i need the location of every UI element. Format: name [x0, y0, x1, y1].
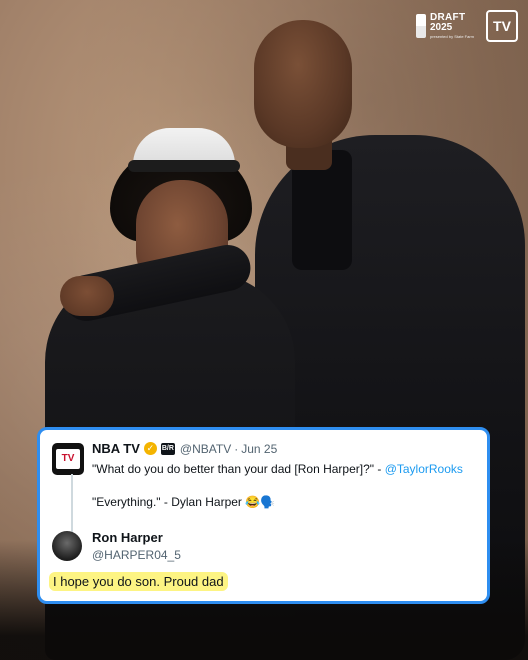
tweet-quote: "What do you do better than your dad [Ro…	[92, 462, 463, 476]
nba-tv-logo-icon: TV	[486, 10, 518, 42]
tweet-handle[interactable]: @NBATV	[180, 442, 231, 456]
tweet-header: TV NBA TV ✓ B/R @NBATV · Jun 25 "What do…	[52, 441, 463, 476]
tweet-answer: "Everything." - Dylan Harper 😂🗣️	[92, 495, 276, 509]
tweet-mention-link[interactable]: @TaylorRooks	[385, 462, 463, 476]
reply-account-name[interactable]: Ron Harper	[92, 530, 181, 545]
affiliate-badge: B/R	[160, 442, 175, 455]
reply-header: Ron Harper @HARPER04_5	[52, 530, 181, 562]
reply-handle[interactable]: @HARPER04_5	[92, 548, 181, 562]
father-hand	[60, 276, 114, 316]
tweet-quote-text: "What do you do better than your dad [Ro…	[92, 462, 382, 476]
tweet-separator: ·	[234, 441, 239, 456]
father-head	[254, 20, 352, 148]
logos: DRAFT 2025 presented by State Farm TV	[415, 10, 518, 42]
draft-logo: DRAFT 2025 presented by State Farm	[415, 13, 474, 39]
nba-tv-avatar[interactable]: TV	[52, 442, 84, 475]
tweet-card[interactable]: TV NBA TV ✓ B/R @NBATV · Jun 25 "What do…	[37, 427, 490, 604]
nba-logo-icon	[415, 14, 426, 38]
tweet-account-name[interactable]: NBA TV	[92, 441, 140, 456]
draft-year: 2025	[429, 22, 453, 33]
tv-logo-label: TV	[493, 18, 511, 34]
tweet-date[interactable]: Jun 25	[241, 442, 277, 456]
draft-sponsor: presented by State Farm	[429, 34, 474, 39]
thread-line	[71, 474, 73, 532]
post-image: DRAFT 2025 presented by State Farm TV TV…	[0, 0, 528, 660]
nba-tv-avatar-icon: TV	[56, 448, 80, 469]
reply-text: I hope you do son. Proud dad	[49, 572, 228, 591]
verified-badge-icon: ✓	[143, 442, 157, 455]
ron-harper-avatar[interactable]	[52, 531, 82, 561]
draft-cap-brim	[128, 160, 240, 172]
